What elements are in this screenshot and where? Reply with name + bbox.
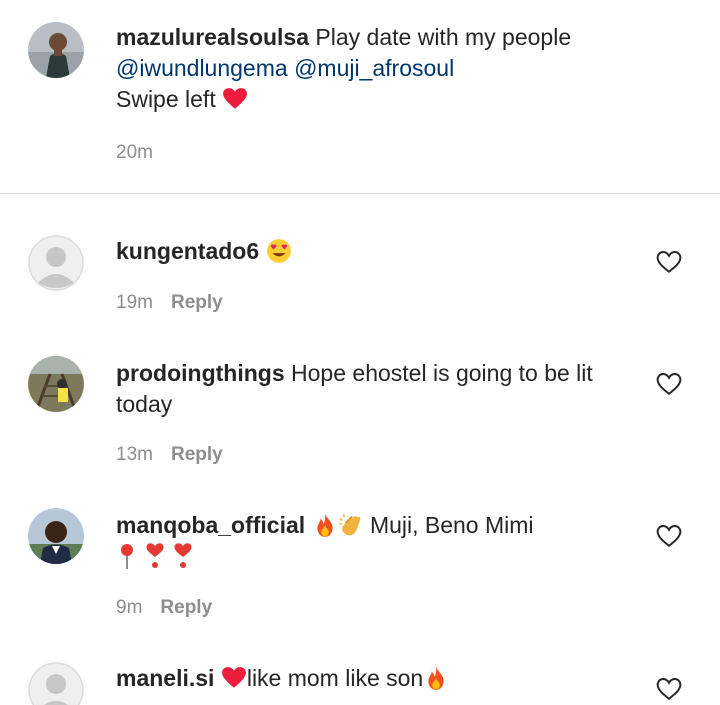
comment-time: 9m [116,597,143,618]
post-caption: mazulurealsoulsa Play date with my peopl… [0,0,720,194]
heart-outline-icon[interactable] [656,250,682,274]
caption-body: mazulurealsoulsa Play date with my peopl… [116,22,636,115]
comment-text: Muji, Beno Mimi [369,512,534,538]
comment-username[interactable]: prodoingthings [116,360,285,386]
caption-time: 20m [116,142,153,163]
comment-text: Hope ehostel is going to be lit [291,360,593,386]
comment-time: 13m [116,444,153,465]
comment-time: 19m [116,292,153,313]
comment-username[interactable]: manqoba_official [116,512,305,538]
avatar-placeholder[interactable] [28,662,84,705]
round-pushpin-icon [121,544,133,569]
comment-body: prodoingthings Hope ehostel is going to … [116,358,636,420]
comment-username[interactable]: maneli.si [116,665,214,691]
avatar[interactable] [28,356,84,412]
caption-text: Swipe left [116,86,216,112]
heart-exclamation-icon [174,543,192,568]
comment-meta: 19m Reply [116,292,223,314]
heart-icon [223,88,248,109]
clapping-hands-emoji-icon [338,513,360,536]
reply-button[interactable]: Reply [171,444,223,465]
comment-text: today [116,391,173,417]
mention-link[interactable]: @iwundlungema [116,55,288,81]
fire-emoji-icon [428,666,444,690]
fire-emoji-icon [316,513,333,537]
reply-button[interactable]: Reply [171,292,223,313]
heart-eyes-emoji-icon [266,239,291,263]
avatar[interactable] [28,22,84,78]
heart-outline-icon[interactable] [656,524,682,548]
avatar-placeholder[interactable] [28,235,84,291]
heart-outline-icon[interactable] [656,677,682,701]
comment-body: manqoba_official Muji, Beno Mimi [116,510,636,572]
comment-body: maneli.si like mom like son [116,663,636,694]
comment-meta: 13m Reply [116,444,223,466]
avatar[interactable] [28,508,84,564]
caption-username[interactable]: mazulurealsoulsa [116,24,309,50]
heart-exclamation-icon [146,543,164,568]
heart-outline-icon[interactable] [656,372,682,396]
comment-text: like mom like son [246,665,424,691]
caption-text: Play date with my people [315,24,572,50]
comment-meta: 9m Reply [116,597,212,619]
mention-link[interactable]: @muji_afrosoul [294,55,454,81]
comment-body: kungentado6 [116,236,636,267]
heart-icon [221,667,246,688]
reply-button[interactable]: Reply [160,597,212,618]
comment-username[interactable]: kungentado6 [116,238,259,264]
